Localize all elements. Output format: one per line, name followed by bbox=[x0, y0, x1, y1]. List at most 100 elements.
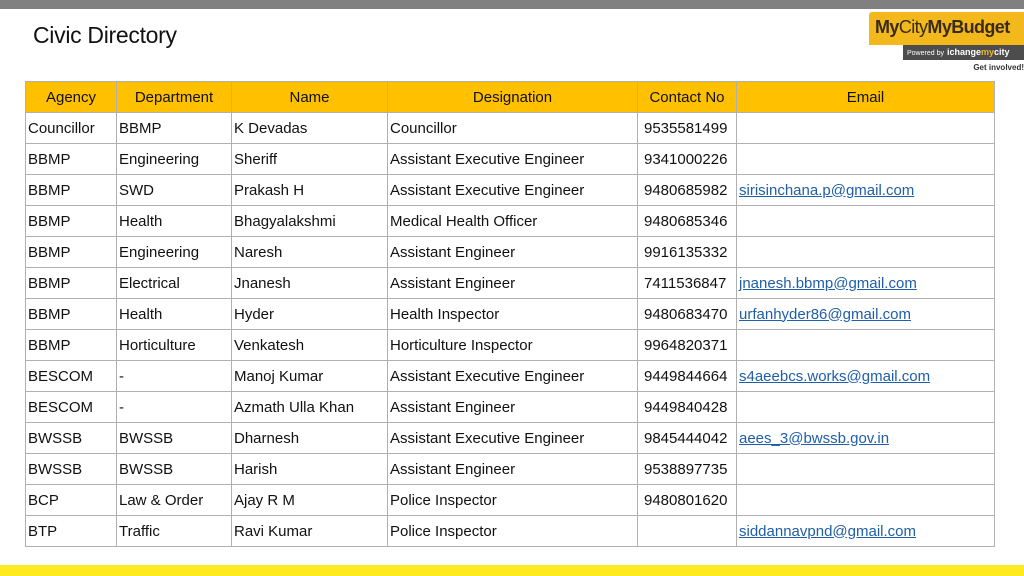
contact-cell: 9964820371 bbox=[637, 329, 737, 361]
logo-word-mybudget: MyBudget bbox=[927, 17, 1010, 37]
email-cell: jnanesh.bbmp@gmail.com bbox=[736, 267, 995, 299]
agency-cell: BBMP bbox=[25, 329, 117, 361]
contact-cell: 9449840428 bbox=[637, 391, 737, 423]
email-cell bbox=[736, 391, 995, 423]
designation-cell: Assistant Engineer bbox=[387, 236, 638, 268]
table-row: BBMP Health Bhagyalakshmi Medical Health Of… bbox=[25, 205, 995, 237]
mycitymybudget-logo: MyCityMyBudget Powered by ichangemycity G… bbox=[869, 12, 1024, 74]
agency-cell: BBMP bbox=[25, 174, 117, 206]
contact-cell: 9480801620 bbox=[637, 484, 737, 516]
table-header-row: Agency Department Name Designation Conta… bbox=[25, 81, 995, 113]
logo-banner: MyCityMyBudget bbox=[869, 12, 1024, 45]
table-row: BESCOM - Azmath Ulla Khan Assistant Enginee… bbox=[25, 391, 995, 423]
contact-cell: 9535581499 bbox=[637, 112, 737, 144]
contact-cell: 9480683470 bbox=[637, 298, 737, 330]
name-cell: Azmath Ulla Khan bbox=[231, 391, 388, 423]
department-cell: - bbox=[116, 391, 232, 423]
contact-cell: 9538897735 bbox=[637, 453, 737, 485]
department-cell: Health bbox=[116, 298, 232, 330]
name-cell: Dharnesh bbox=[231, 422, 388, 454]
name-cell: Ravi Kumar bbox=[231, 515, 388, 547]
name-cell: Naresh bbox=[231, 236, 388, 268]
header-name: Name bbox=[231, 81, 388, 113]
designation-cell: Police Inspector bbox=[387, 515, 638, 547]
email-cell bbox=[736, 453, 995, 485]
designation-cell: Health Inspector bbox=[387, 298, 638, 330]
header-designation: Designation bbox=[387, 81, 638, 113]
email-cell bbox=[736, 112, 995, 144]
agency-cell: BBMP bbox=[25, 236, 117, 268]
department-cell: Horticulture bbox=[116, 329, 232, 361]
email-cell bbox=[736, 329, 995, 361]
email-cell bbox=[736, 143, 995, 175]
table-row: BBMP Engineering Naresh Assistant Engineer 9… bbox=[25, 236, 995, 268]
agency-cell: BBMP bbox=[25, 298, 117, 330]
email-cell: sirisinchana.p@gmail.com bbox=[736, 174, 995, 206]
designation-cell: Assistant Executive Engineer bbox=[387, 174, 638, 206]
header-agency: Agency bbox=[25, 81, 117, 113]
email-link[interactable]: urfanhyder86@gmail.com bbox=[739, 306, 911, 323]
name-cell: Venkatesh bbox=[231, 329, 388, 361]
designation-cell: Assistant Executive Engineer bbox=[387, 422, 638, 454]
agency-cell: BTP bbox=[25, 515, 117, 547]
table-row: BBMP Engineering Sheriff Assistant Executiv… bbox=[25, 143, 995, 175]
email-cell: aees_3@bwssb.gov.in bbox=[736, 422, 995, 454]
table-row: BCP Law & Order Ajay R M Police Inspector 94… bbox=[25, 484, 995, 516]
contact-cell: 7411536847 bbox=[637, 267, 737, 299]
email-link[interactable]: siddannavpnd@gmail.com bbox=[739, 523, 916, 540]
email-cell bbox=[736, 484, 995, 516]
department-cell: Engineering bbox=[116, 143, 232, 175]
email-cell: siddannavpnd@gmail.com bbox=[736, 515, 995, 547]
department-cell: Traffic bbox=[116, 515, 232, 547]
department-cell: Health bbox=[116, 205, 232, 237]
bottom-accent-bar bbox=[0, 565, 1024, 576]
email-cell: urfanhyder86@gmail.com bbox=[736, 298, 995, 330]
name-cell: Sheriff bbox=[231, 143, 388, 175]
logo-wordmark: MyCityMyBudget bbox=[875, 17, 1010, 38]
department-cell: BBMP bbox=[116, 112, 232, 144]
table-row: BTP Traffic Ravi Kumar Police Inspector sidd… bbox=[25, 515, 995, 547]
table-row: BESCOM - Manoj Kumar Assistant Executive En… bbox=[25, 360, 995, 392]
logo-word-city: City bbox=[898, 17, 928, 37]
agency-cell: BCP bbox=[25, 484, 117, 516]
designation-cell: Councillor bbox=[387, 112, 638, 144]
email-link[interactable]: jnanesh.bbmp@gmail.com bbox=[739, 275, 917, 292]
email-link[interactable]: aees_3@bwssb.gov.in bbox=[739, 430, 889, 447]
contact-cell: 9916135332 bbox=[637, 236, 737, 268]
department-cell: Law & Order bbox=[116, 484, 232, 516]
email-link[interactable]: sirisinchana.p@gmail.com bbox=[739, 182, 914, 199]
brand-part-my: my bbox=[980, 47, 994, 57]
designation-cell: Assistant Engineer bbox=[387, 391, 638, 423]
table-row: BWSSB BWSSB Harish Assistant Engineer 953889… bbox=[25, 453, 995, 485]
table-row: BBMP Electrical Jnanesh Assistant Engineer 7… bbox=[25, 267, 995, 299]
top-accent-bar bbox=[0, 0, 1024, 9]
table-row: BBMP Horticulture Venkatesh Horticulture In… bbox=[25, 329, 995, 361]
name-cell: Jnanesh bbox=[231, 267, 388, 299]
table-row: Councillor BBMP K Devadas Councillor 9535581… bbox=[25, 112, 995, 144]
designation-cell: Assistant Executive Engineer bbox=[387, 360, 638, 392]
brand-part-ichange: ichange bbox=[946, 47, 981, 57]
email-cell bbox=[736, 205, 995, 237]
logo-word-my: My bbox=[875, 17, 899, 37]
agency-cell: BESCOM bbox=[25, 391, 117, 423]
ichangemycity-brand: ichangemycity bbox=[947, 47, 1010, 57]
department-cell: BWSSB bbox=[116, 453, 232, 485]
civic-directory-table: Agency Department Name Designation Conta… bbox=[25, 81, 995, 547]
agency-cell: Councillor bbox=[25, 112, 117, 144]
agency-cell: BBMP bbox=[25, 205, 117, 237]
department-cell: BWSSB bbox=[116, 422, 232, 454]
designation-cell: Police Inspector bbox=[387, 484, 638, 516]
designation-cell: Medical Health Officer bbox=[387, 205, 638, 237]
header-email: Email bbox=[736, 81, 995, 113]
email-cell bbox=[736, 236, 995, 268]
designation-cell: Horticulture Inspector bbox=[387, 329, 638, 361]
name-cell: Prakash H bbox=[231, 174, 388, 206]
name-cell: Harish bbox=[231, 453, 388, 485]
table-body: Councillor BBMP K Devadas Councillor 9535581… bbox=[25, 112, 995, 547]
name-cell: K Devadas bbox=[231, 112, 388, 144]
brand-part-city: city bbox=[994, 47, 1010, 57]
agency-cell: BWSSB bbox=[25, 453, 117, 485]
email-link[interactable]: s4aeebcs.works@gmail.com bbox=[739, 368, 930, 385]
table-row: BBMP SWD Prakash H Assistant Executive Engi… bbox=[25, 174, 995, 206]
agency-cell: BBMP bbox=[25, 143, 117, 175]
